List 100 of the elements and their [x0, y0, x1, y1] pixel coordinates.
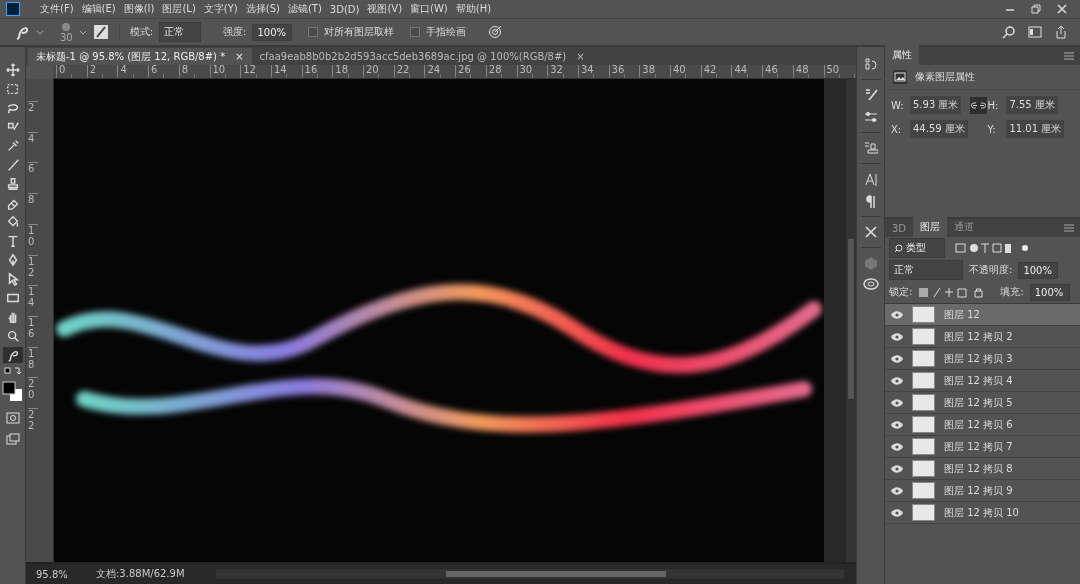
menu-item[interactable]: 视图(V) [367, 2, 403, 16]
eye-icon[interactable] [890, 419, 904, 430]
layer-thumbnail [912, 460, 935, 477]
smudge-icon[interactable] [14, 24, 30, 40]
sliders-icon[interactable] [863, 110, 878, 124]
menu-item[interactable]: 选择(S) [245, 2, 280, 16]
layer-row[interactable]: 图层 12 拷贝 10 [885, 502, 1080, 524]
dimension-field[interactable]: 11.01 厘米 [1006, 120, 1065, 138]
layer-thumbnail [912, 482, 935, 499]
color-swatches-icon[interactable] [1, 381, 24, 403]
document-tab[interactable]: 未标题-1 @ 95.8% (图层 12, RGB/8#) * × [28, 48, 252, 65]
quick-mask-icon[interactable] [5, 412, 20, 424]
menu-item[interactable]: 帮助(H) [455, 2, 492, 16]
close-tab-button[interactable]: × [576, 51, 585, 62]
ruler-label: 38 [639, 65, 656, 75]
layer-row[interactable]: 图层 12 拷贝 8 [885, 458, 1080, 480]
layer-thumbnail [912, 350, 935, 367]
caret-icon[interactable] [78, 28, 87, 36]
ruler-label: 6 [148, 65, 158, 75]
history-icon[interactable] [863, 57, 878, 71]
ruler-label: 20 [363, 65, 379, 75]
eye-icon[interactable] [890, 507, 904, 518]
stamp-icon[interactable] [863, 141, 878, 155]
layer-row[interactable]: 图层 12 拷贝 4 [885, 370, 1080, 392]
blend-mode-dropdown[interactable]: 正常 [889, 260, 963, 280]
field-label: H: [987, 99, 1000, 111]
layer-name: 图层 12 拷贝 10 [944, 505, 1019, 520]
smudge-tool-icon[interactable] [2, 347, 23, 363]
screen-mode-icon[interactable] [5, 433, 20, 445]
checkbox[interactable] [410, 27, 421, 37]
close-icon[interactable] [1056, 3, 1068, 15]
restore-icon[interactable] [1030, 3, 1042, 15]
paragraph-icon[interactable] [863, 194, 878, 208]
ruler-label: 30 [516, 65, 533, 75]
panel-tab[interactable]: 通道 [947, 217, 982, 237]
opacity-field[interactable]: 100% [1018, 261, 1059, 279]
layer-row[interactable]: 图层 12 [885, 304, 1080, 326]
ruler-label: 8 [178, 65, 189, 75]
strength-field[interactable]: 100% [252, 23, 293, 41]
ruler-label: 12 [240, 65, 256, 75]
brush-icon[interactable] [863, 88, 878, 102]
caret-icon[interactable] [36, 28, 44, 36]
eye-icon[interactable] [890, 331, 904, 342]
layer-row[interactable]: 图层 12 拷贝 5 [885, 392, 1080, 414]
share-icon[interactable] [1054, 25, 1068, 39]
mode-dropdown[interactable]: 正常 [159, 22, 202, 42]
layer-row[interactable]: 图层 12 拷贝 7 [885, 436, 1080, 458]
eye-icon[interactable] [890, 353, 904, 364]
menu-item[interactable]: 窗口(W) [410, 2, 448, 16]
ruler-label: 26 [455, 65, 471, 75]
menu-item[interactable]: 3D(D) [329, 3, 360, 15]
layer-thumbnail [912, 416, 935, 433]
ruler-label: 36 [608, 65, 625, 75]
eye-icon[interactable] [890, 309, 904, 320]
menu-item[interactable]: 文件(F) [40, 2, 74, 16]
menu-item[interactable]: 图层(L) [162, 2, 196, 16]
menu-item[interactable]: 滤镜(T) [287, 2, 322, 16]
ruler-label: 10 [209, 65, 226, 75]
fill-field[interactable]: 100% [1029, 283, 1070, 301]
ruler-label: 42 [700, 65, 717, 75]
panel-tab[interactable]: 3D [885, 220, 914, 237]
layer-row[interactable]: 图层 12 拷贝 9 [885, 480, 1080, 502]
workspace-icon[interactable] [1028, 26, 1042, 38]
link-icon[interactable] [970, 96, 988, 114]
search-icon[interactable] [1002, 25, 1016, 39]
ruler-label: 32 [547, 65, 563, 75]
menu-item[interactable]: 图像(I) [123, 2, 155, 16]
dimension-field[interactable]: 5.93 厘米 [910, 96, 962, 114]
checkbox[interactable] [308, 27, 319, 37]
document-size: 文档:3.88M/62.9M [95, 567, 186, 581]
ruler-label: 20 [28, 377, 38, 401]
brush-settings-icon[interactable] [92, 24, 109, 40]
dimension-field[interactable]: 7.55 厘米 [1006, 96, 1058, 114]
eye-icon[interactable] [890, 441, 904, 452]
ruler-label: 34 [577, 65, 594, 75]
dimension-field[interactable]: 44.59 厘米 [910, 120, 968, 138]
layer-row[interactable]: 图层 12 拷贝 2 [885, 326, 1080, 348]
filter-dropdown[interactable]: 类型 [889, 238, 945, 258]
close-tab-button[interactable]: × [235, 51, 244, 62]
mode-label: 模式: [129, 25, 154, 39]
ruler-label: 16 [28, 315, 38, 339]
panel-tab[interactable]: 图层 [913, 217, 948, 237]
properties-tab[interactable]: 属性 [885, 45, 919, 65]
eye-icon[interactable] [890, 375, 904, 386]
menu-item[interactable]: 编辑(E) [81, 2, 116, 16]
character-icon[interactable] [863, 172, 878, 186]
pressure-icon[interactable] [488, 25, 503, 39]
menu-item[interactable]: 文字(Y) [203, 2, 238, 16]
eye-icon[interactable] [890, 397, 904, 408]
layer-row[interactable]: 图层 12 拷贝 6 [885, 414, 1080, 436]
filter-toggle-icon[interactable] [1021, 244, 1029, 252]
layer-row[interactable]: 图层 12 拷贝 3 [885, 348, 1080, 370]
properties-subtitle: 像素图层属性 [915, 70, 975, 84]
document-tab[interactable]: cfaa9eab8b0b2b2d593acc5deb3689ac.jpg @ 100%(RGB/8#) × [251, 48, 593, 65]
eye-icon[interactable] [890, 485, 904, 496]
field-label: W: [891, 99, 905, 111]
eye-icon[interactable] [890, 463, 904, 474]
ruler-label: 48 [792, 65, 809, 75]
horizontal-scrollbar[interactable] [216, 569, 844, 579]
zoom-level[interactable]: 95.8% [26, 568, 86, 580]
